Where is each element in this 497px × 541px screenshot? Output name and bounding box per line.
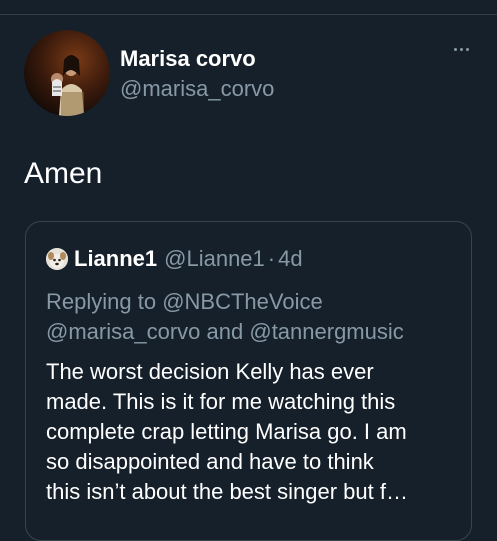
more-horizontal-icon[interactable] (452, 44, 472, 54)
quoted-text-line: The worst decision Kelly has ever (46, 359, 374, 384)
dog-avatar (46, 248, 68, 270)
author-handle[interactable]: @marisa_corvo (120, 76, 274, 102)
top-divider (0, 14, 497, 15)
quoted-text-line: so disappointed and have to think (46, 449, 374, 474)
quoted-author-handle[interactable]: @Lianne1 (164, 246, 265, 272)
replying-prefix: Replying to (46, 289, 157, 314)
mention-link[interactable]: @NBCTheVoice (162, 289, 323, 314)
author-display-name[interactable]: Marisa corvo (120, 46, 274, 72)
quoted-text-line: this isn’t about the best singer but f… (46, 479, 408, 504)
quoted-text-line: made. This is it for me watching this (46, 389, 396, 414)
quoted-tweet-header: Lianne1 @Lianne1 · 4d (46, 246, 303, 272)
replying-to: Replying to @NBCTheVoice @marisa_corvo a… (46, 287, 466, 347)
author-avatar[interactable] (24, 30, 110, 116)
tweet-author[interactable]: Marisa corvo @marisa_corvo (120, 46, 274, 102)
tweet-text: Amen (24, 157, 103, 190)
mention-link[interactable]: @marisa_corvo (46, 319, 200, 344)
mention-link[interactable]: @tannergmusic (249, 319, 403, 344)
quoted-tweet-text: The worst decision Kelly has ever made. … (46, 357, 466, 507)
separator-dot: · (267, 246, 276, 271)
quoted-timestamp[interactable]: 4d (278, 246, 302, 272)
quoted-author-avatar[interactable] (46, 248, 68, 270)
quoted-author-name[interactable]: Lianne1 (74, 246, 157, 272)
quoted-text-line: complete crap letting Marisa go. I am (46, 419, 407, 444)
avatar-photo (51, 55, 84, 116)
replying-and: and (206, 319, 244, 344)
